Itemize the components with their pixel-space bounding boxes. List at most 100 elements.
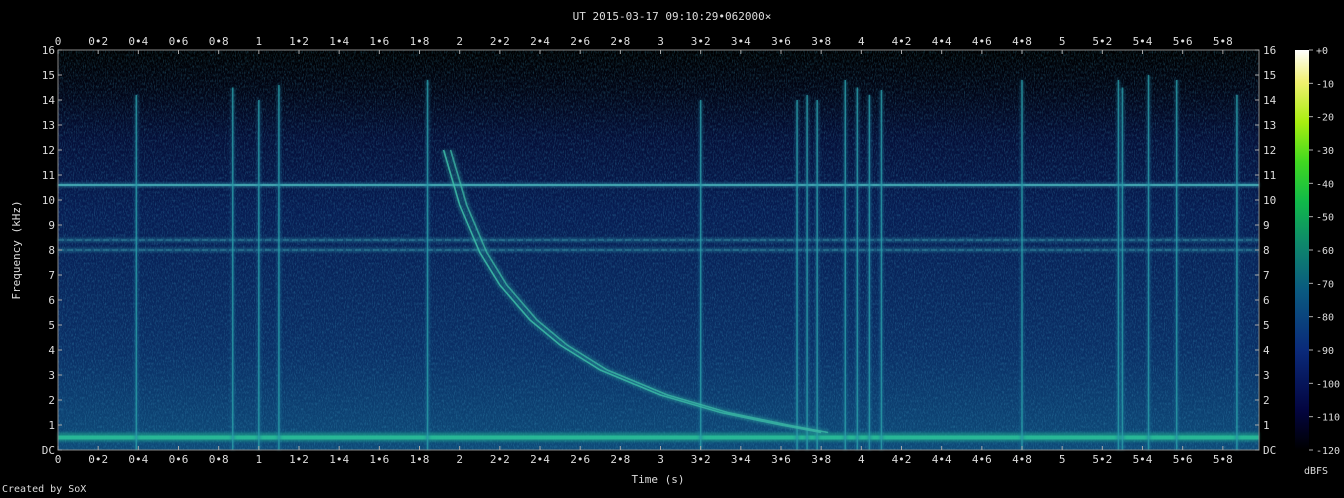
x-axis-label: Time (s): [632, 473, 685, 486]
y-tick-label: 3: [1263, 369, 1270, 382]
x-tick-label: 2•6: [570, 35, 590, 48]
x-tick-label: 1: [256, 453, 263, 466]
y-tick-label: DC: [1263, 444, 1276, 457]
colorbar-tick-label: -90: [1316, 346, 1334, 357]
credit-text: Created by SoX: [2, 484, 87, 495]
x-tick-label: 3•8: [811, 453, 831, 466]
x-tick-label: 2•6: [570, 453, 590, 466]
y-tick-label: 13: [42, 119, 55, 132]
y-tick-label: DC: [42, 444, 55, 457]
x-tick-label: 4•2: [892, 453, 912, 466]
y-tick-label: 16: [1263, 44, 1276, 57]
y-tick-label: 11: [42, 169, 55, 182]
low-frequency-band-core: [58, 435, 1259, 440]
x-tick-label: 1•4: [329, 35, 349, 48]
colorbar-tick-label: -30: [1316, 146, 1334, 157]
x-tick-label: 3•6: [771, 453, 791, 466]
y-tick-label: 12: [1263, 144, 1276, 157]
x-tick-label: 2•4: [530, 453, 550, 466]
x-tick-label: 5•6: [1173, 453, 1193, 466]
x-tick-label: 2•4: [530, 35, 550, 48]
x-tick-label: 4•4: [932, 35, 952, 48]
x-tick-label: 1•8: [410, 453, 430, 466]
x-tick-label: 5•4: [1133, 35, 1153, 48]
colorbar-tick-label: -50: [1316, 213, 1334, 224]
y-tick-label: 5: [1263, 319, 1270, 332]
y-tick-label: 9: [48, 219, 55, 232]
x-tick-label: 0•6: [169, 453, 189, 466]
x-tick-label: 0•8: [209, 35, 229, 48]
x-tick-label: 1•2: [289, 453, 309, 466]
x-tick-label: 4•2: [892, 35, 912, 48]
y-tick-label: 1: [1263, 419, 1270, 432]
chart-title: UT 2015-03-17 09:10:29•062000×: [573, 10, 772, 23]
y-tick-label: 3: [48, 369, 55, 382]
y-tick-label: 8: [1263, 244, 1270, 257]
x-tick-label: 3: [657, 453, 664, 466]
x-tick-label: 2•8: [610, 453, 630, 466]
colorbar-tick-label: -70: [1316, 279, 1334, 290]
x-tick-label: 4•6: [972, 453, 992, 466]
x-tick-label: 5•2: [1092, 453, 1112, 466]
x-tick-label: 3•2: [691, 35, 711, 48]
x-tick-label: 5: [1059, 453, 1066, 466]
x-tick-label: 4•4: [932, 453, 952, 466]
x-tick-label: 2•8: [610, 35, 630, 48]
x-tick-label: 0: [55, 453, 62, 466]
y-tick-label: 14: [1263, 94, 1277, 107]
x-tick-label: 2: [456, 35, 463, 48]
x-tick-label: 5•8: [1213, 35, 1233, 48]
x-tick-label: 5•4: [1133, 453, 1153, 466]
x-tick-label: 3•4: [731, 35, 751, 48]
y-tick-label: 12: [42, 144, 55, 157]
x-tick-label: 2•2: [490, 35, 510, 48]
y-tick-label: 6: [1263, 294, 1270, 307]
x-tick-label: 1•6: [369, 35, 389, 48]
colorbar-label: dBFS: [1304, 466, 1328, 477]
x-tick-label: 0•8: [209, 453, 229, 466]
y-tick-label: 11: [1263, 169, 1276, 182]
plot-area: [57, 49, 1260, 451]
y-tick-label: 5: [48, 319, 55, 332]
y-tick-label: 8: [48, 244, 55, 257]
x-tick-label: 4•6: [972, 35, 992, 48]
x-tick-label: 0•4: [128, 453, 148, 466]
y-tick-label: 2: [1263, 394, 1270, 407]
colorbar-tick-label: -20: [1316, 113, 1334, 124]
y-axis-label: Frequency (kHz): [10, 200, 23, 299]
colorbar-tick-label: -100: [1316, 379, 1340, 390]
x-tick-label: 5•6: [1173, 35, 1193, 48]
y-tick-label: 4: [48, 344, 55, 357]
colorbar: +0 -10 -20 -30 -40 -50 -60 -70 -80 -90 -100 -110 -12…: [1295, 46, 1340, 477]
y-tick-label: 15: [42, 69, 55, 82]
x-tick-label: 5: [1059, 35, 1066, 48]
y-tick-label: 10: [42, 194, 55, 207]
x-tick-label: 5•2: [1092, 35, 1112, 48]
colorbar-tick-label: -80: [1316, 313, 1334, 324]
y-tick-label: 2: [48, 394, 55, 407]
colorbar-ticks: +0 -10 -20 -30 -40 -50 -60 -70 -80 -90 -100 -110 -12…: [1309, 46, 1340, 457]
y-tick-label: 1: [48, 419, 55, 432]
y-tick-label: 6: [48, 294, 55, 307]
y-tick-label: 10: [1263, 194, 1276, 207]
colorbar-tick-label: -40: [1316, 179, 1334, 190]
x-tick-label: 0•2: [88, 453, 108, 466]
colorbar-tick-label: -60: [1316, 246, 1334, 257]
x-tick-label: 0: [55, 35, 62, 48]
colorbar-gradient: [1295, 50, 1309, 450]
x-tick-label: 2•2: [490, 453, 510, 466]
x-tick-label: 3•6: [771, 35, 791, 48]
y-tick-label: 9: [1263, 219, 1270, 232]
colorbar-tick-label: -120: [1316, 446, 1340, 457]
y-tick-label: 16: [42, 44, 55, 57]
y-tick-label: 15: [1263, 69, 1276, 82]
y-tick-label: 13: [1263, 119, 1276, 132]
x-tick-label: 3•2: [691, 453, 711, 466]
x-tick-label: 5•8: [1213, 453, 1233, 466]
x-tick-label: 1•4: [329, 453, 349, 466]
x-tick-label: 4: [858, 453, 865, 466]
x-tick-label: 4•8: [1012, 35, 1032, 48]
colorbar-tick-label: -10: [1316, 79, 1334, 90]
x-tick-label: 2: [456, 453, 463, 466]
y-tick-label: 4: [1263, 344, 1270, 357]
